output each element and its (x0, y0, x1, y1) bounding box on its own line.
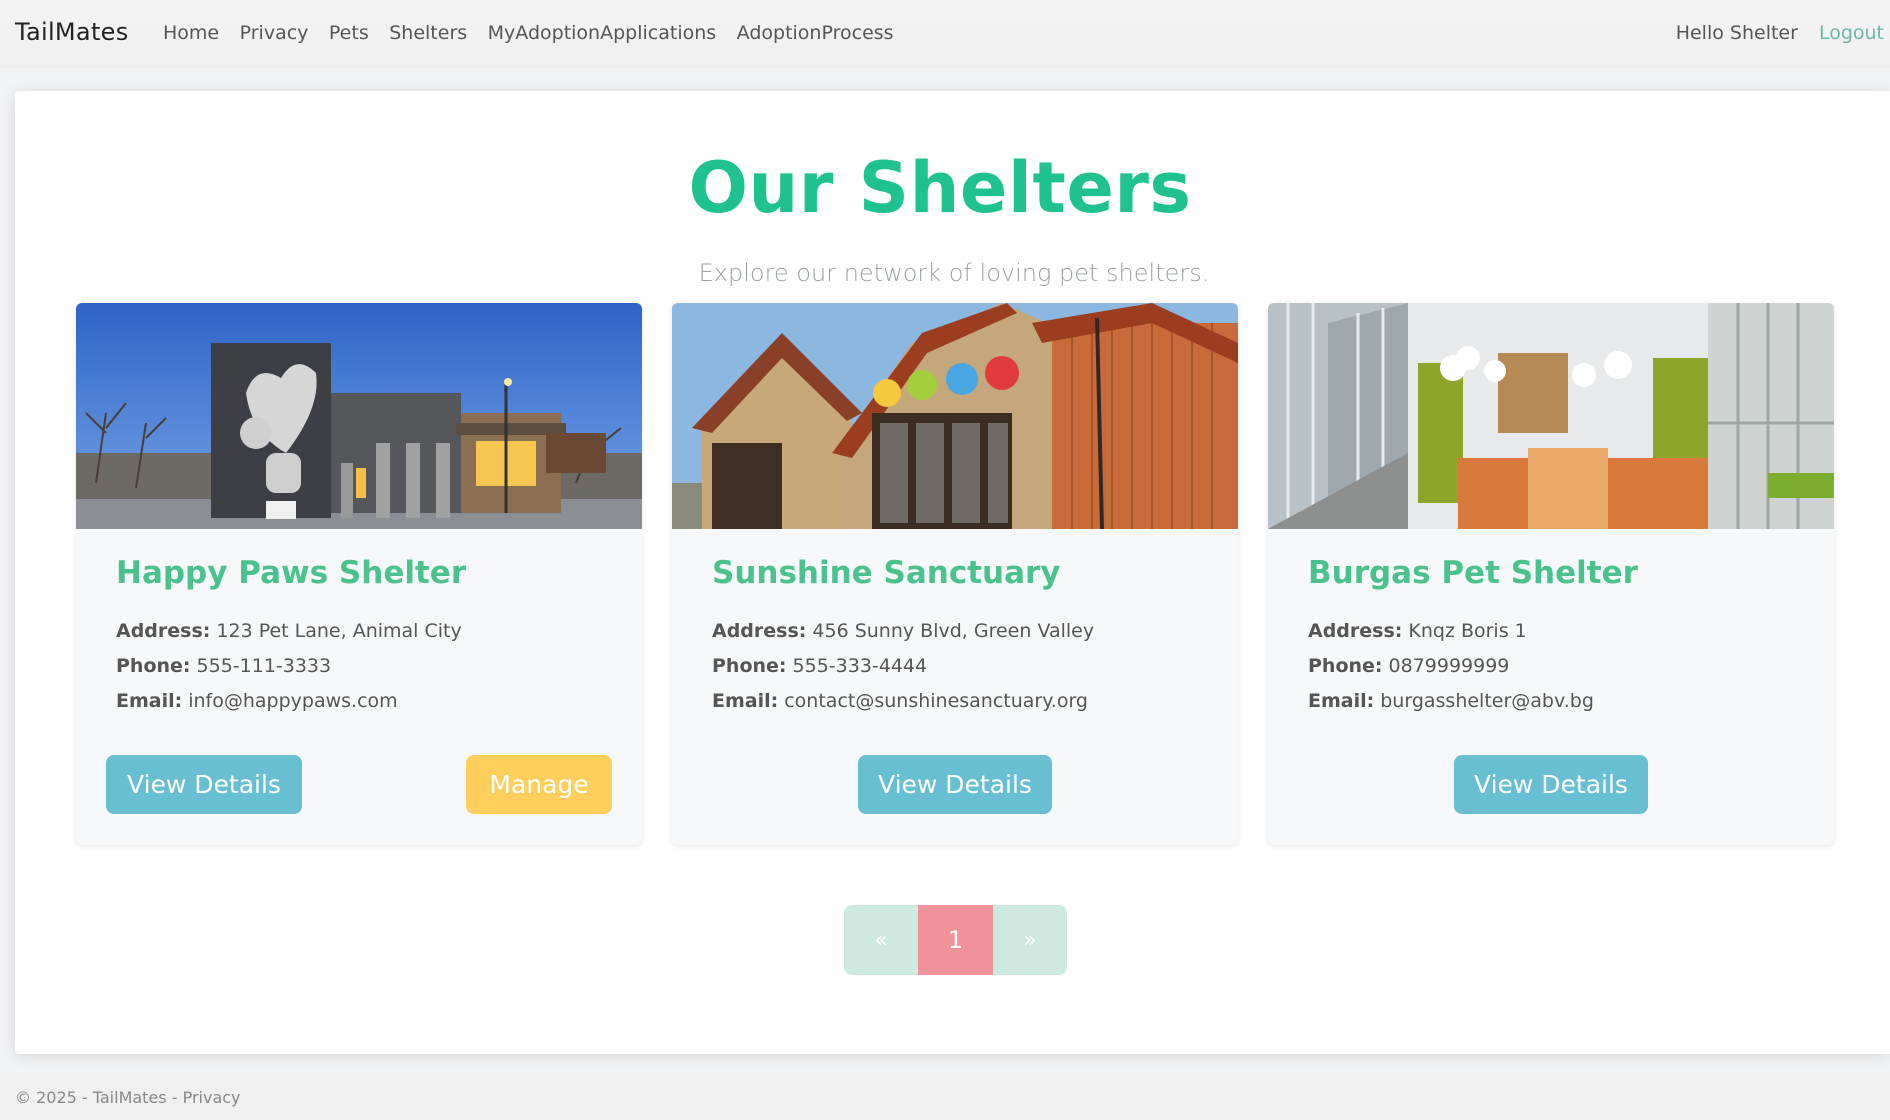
pagination: « 1 » (844, 905, 1067, 975)
pagination-next[interactable]: » (993, 905, 1067, 975)
brand-logo[interactable]: TailMates (15, 18, 129, 46)
nav-link-my-adoption-applications[interactable]: MyAdoptionApplications (488, 22, 717, 44)
page-subtitle: Explore our network of loving pet shelte… (698, 259, 1210, 287)
shelter-card: Burgas Pet Shelter Address: Knqz Boris 1 … (1268, 303, 1834, 845)
shelter-image (672, 303, 1238, 529)
user-area: Hello Shelter Logout (1676, 22, 1884, 44)
phone-value: 555-333-4444 (792, 655, 928, 677)
user-greeting[interactable]: Hello Shelter (1676, 22, 1798, 44)
phone-value: 555-111-3333 (196, 655, 332, 677)
shelter-address: Address: 123 Pet Lane, Animal City (116, 620, 462, 642)
email-value: info@happypaws.com (188, 690, 398, 712)
shelter-phone: Phone: 555-111-3333 (116, 655, 331, 677)
phone-label: Phone: (116, 655, 191, 677)
navbar: TailMates Home Privacy Pets Shelters MyA… (0, 0, 1890, 68)
shelter-card: Sunshine Sanctuary Address: 456 Sunny Blv… (672, 303, 1238, 845)
nav-links: Home Privacy Pets Shelters MyAdoptionApp… (163, 22, 914, 44)
pagination-page-current[interactable]: 1 (918, 905, 993, 975)
view-details-button[interactable]: View Details (106, 755, 302, 814)
shelter-image (76, 303, 642, 529)
footer: © 2025 - TailMates - Privacy (0, 1072, 1890, 1120)
address-value: 456 Sunny Blvd, Green Valley (812, 620, 1095, 642)
email-label: Email: (1308, 690, 1375, 712)
shelter-name: Happy Paws Shelter (116, 555, 467, 591)
phone-label: Phone: (1308, 655, 1383, 677)
address-label: Address: (712, 620, 807, 642)
nav-link-adoption-process[interactable]: AdoptionProcess (737, 22, 894, 44)
email-label: Email: (712, 690, 779, 712)
address-label: Address: (116, 620, 211, 642)
phone-label: Phone: (712, 655, 787, 677)
email-value: contact@sunshinesanctuary.org (784, 690, 1088, 712)
shelter-name: Sunshine Sanctuary (712, 555, 1061, 591)
phone-value: 0879999999 (1388, 655, 1510, 677)
shelter-name: Burgas Pet Shelter (1308, 555, 1638, 591)
address-label: Address: (1308, 620, 1403, 642)
shelter-image (1268, 303, 1834, 529)
email-value: burgasshelter@abv.bg (1380, 690, 1594, 712)
copyright: © 2025 - TailMates - (15, 1088, 183, 1107)
view-details-button[interactable]: View Details (1454, 755, 1648, 814)
shelter-address: Address: 456 Sunny Blvd, Green Valley (712, 620, 1094, 642)
shelter-email: Email: burgasshelter@abv.bg (1308, 690, 1594, 712)
nav-link-pets[interactable]: Pets (329, 22, 369, 44)
address-value: Knqz Boris 1 (1408, 620, 1527, 642)
address-value: 123 Pet Lane, Animal City (216, 620, 462, 642)
nav-link-shelters[interactable]: Shelters (389, 22, 467, 44)
shelter-phone: Phone: 555-333-4444 (712, 655, 927, 677)
logout-link[interactable]: Logout (1819, 22, 1884, 44)
nav-link-privacy[interactable]: Privacy (240, 22, 309, 44)
view-details-button[interactable]: View Details (858, 755, 1052, 814)
shelter-card: Happy Paws Shelter Address: 123 Pet Lane,… (76, 303, 642, 845)
email-label: Email: (116, 690, 183, 712)
shelter-email: Email: info@happypaws.com (116, 690, 398, 712)
shelter-phone: Phone: 0879999999 (1308, 655, 1509, 677)
footer-privacy-link[interactable]: Privacy (183, 1088, 241, 1107)
nav-link-home[interactable]: Home (163, 22, 219, 44)
page-title: Our Shelters (688, 147, 1192, 229)
manage-button[interactable]: Manage (466, 755, 612, 814)
footer-text: © 2025 - TailMates - Privacy (15, 1088, 241, 1107)
pagination-prev[interactable]: « (844, 905, 918, 975)
shelter-email: Email: contact@sunshinesanctuary.org (712, 690, 1088, 712)
shelter-address: Address: Knqz Boris 1 (1308, 620, 1527, 642)
